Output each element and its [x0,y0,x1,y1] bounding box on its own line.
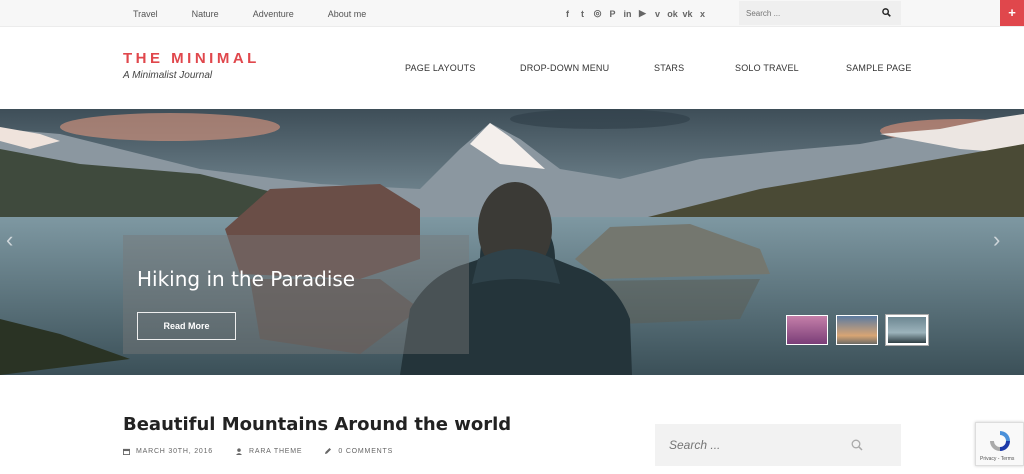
top-nav: Travel Nature Adventure About me [133,0,400,27]
sidebar-search [655,424,901,466]
odnoklassniki-icon[interactable]: ok [665,9,680,19]
top-nav-travel[interactable]: Travel [133,9,158,19]
facebook-icon[interactable]: f [560,9,575,19]
slide-thumbnail-3[interactable] [885,314,929,346]
read-more-button[interactable]: Read More [137,312,236,340]
social-links: f t ◎ P in ▶ v ok vk x [560,0,710,27]
slide-thumbnail-1[interactable] [786,315,828,345]
top-bar: Travel Nature Adventure About me f t ◎ P… [0,0,1024,27]
plus-button[interactable]: + [1000,0,1024,26]
recaptcha-badge[interactable]: Privacy - Terms [975,422,1024,466]
xing-icon[interactable]: x [695,9,710,19]
top-nav-nature[interactable]: Nature [192,9,219,19]
recaptcha-label[interactable]: Privacy - Terms [980,456,1014,462]
nav-sample-page[interactable]: SAMPLE PAGE [846,63,912,73]
main-nav: PAGE LAYOUTS DROP-DOWN MENU STARS SOLO T… [0,63,1024,77]
post-comments[interactable]: 0 COMMENTS [338,448,393,455]
post-meta: MARCH 30TH, 2016 RARA THEME 0 COMMENTS [123,447,415,455]
post-title[interactable]: Beautiful Mountains Around the world [123,414,511,435]
nav-stars[interactable]: STARS [654,63,684,73]
post-author[interactable]: RARA THEME [249,448,302,455]
search-icon[interactable] [882,8,891,17]
post-date: MARCH 30TH, 2016 [136,447,213,455]
hero-slider: ‹ › Hiking in the Paradise Read More [0,109,1024,375]
twitter-icon[interactable]: t [575,9,590,19]
vimeo-icon[interactable]: v [650,9,665,19]
vk-icon[interactable]: vk [680,9,695,19]
pinterest-icon[interactable]: P [605,9,620,19]
pencil-icon [325,448,332,454]
nav-page-layouts[interactable]: PAGE LAYOUTS [405,63,476,73]
search-icon[interactable] [851,439,863,451]
user-icon [235,447,243,455]
slide-caption: Hiking in the Paradise Read More [123,235,469,354]
slide-title[interactable]: Hiking in the Paradise [137,267,355,291]
recaptcha-icon [990,431,1010,451]
nav-solo-travel[interactable]: SOLO TRAVEL [735,63,799,73]
linkedin-icon[interactable]: in [620,9,635,19]
top-search-input[interactable] [739,1,869,25]
top-search [739,1,901,25]
next-slide-arrow[interactable]: › [993,227,1000,253]
sidebar-search-input[interactable] [669,436,839,454]
slide-thumbnail-2[interactable] [836,315,878,345]
prev-slide-arrow[interactable]: ‹ [6,227,13,253]
youtube-icon[interactable]: ▶ [635,8,650,19]
calendar-icon [123,448,130,455]
top-nav-adventure[interactable]: Adventure [253,9,294,19]
nav-drop-down-menu[interactable]: DROP-DOWN MENU [520,63,609,73]
instagram-icon[interactable]: ◎ [590,8,605,19]
top-nav-about-me[interactable]: About me [328,9,367,19]
